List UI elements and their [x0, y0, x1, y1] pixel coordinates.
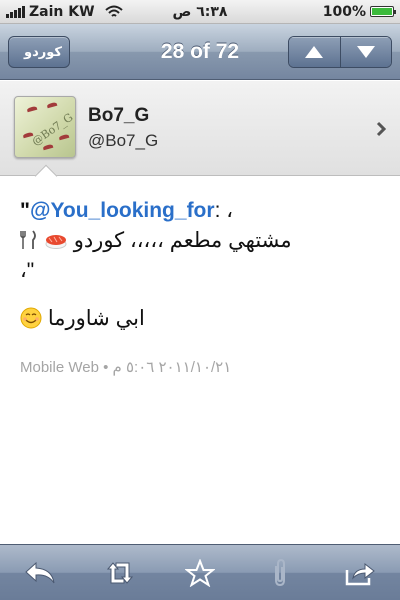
page-title: 28 of 72 — [160, 40, 240, 63]
retweet-icon — [106, 561, 134, 584]
status-right: 100% — [322, 3, 396, 20]
after-mention: : ، — [214, 199, 234, 222]
tweet-line-4: ابي شاورما — [20, 304, 382, 334]
battery-fill — [372, 8, 392, 15]
retweet-button[interactable] — [97, 553, 143, 593]
tweet-body: "@You_looking_for: ، مشتهي مطعم ،،،،، كو… — [20, 196, 382, 334]
bottom-toolbar — [0, 544, 400, 600]
previous-button[interactable] — [289, 37, 340, 67]
nav-bar: كوردو 28 of 72 — [0, 24, 400, 80]
back-button-label: كوردو — [24, 44, 62, 60]
wifi-icon — [104, 5, 123, 17]
reply-button[interactable] — [17, 553, 63, 593]
attachment-icon — [275, 558, 285, 586]
prev-next-control — [288, 36, 392, 68]
favorite-button[interactable] — [177, 553, 223, 593]
tweet-meta: Mobile Web • ٢٠١١/١٠/٢١ ٥:٠٦ م — [20, 359, 232, 376]
avatar[interactable]: @Bo7_G — [14, 96, 76, 158]
status-bar: Zain KW ٦:٣٨ ص 100% — [0, 0, 400, 24]
share-button[interactable] — [337, 553, 383, 593]
carrier-label: Zain KW — [29, 3, 95, 20]
share-icon — [345, 562, 375, 585]
tweet-line-1: "@You_looking_for: ، — [20, 196, 382, 226]
open-quote: " — [20, 199, 30, 222]
attachment-button[interactable] — [257, 553, 303, 593]
battery-icon — [370, 6, 396, 17]
status-left: Zain KW — [6, 4, 123, 20]
fork-knife-icon — [20, 230, 36, 249]
chevron-right-icon — [376, 121, 386, 137]
back-button[interactable]: كوردو — [8, 36, 70, 68]
profile-row[interactable]: @Bo7_G Bo7_G @Bo7_G — [0, 81, 400, 176]
profile-name: Bo7_G — [88, 105, 150, 126]
mention-link[interactable]: @You_looking_for — [30, 199, 215, 222]
tweet-line-2-text: مشتهي مطعم ،،،،، كوردو — [73, 229, 292, 252]
signal-icon — [6, 5, 25, 18]
down-arrow-icon — [356, 46, 375, 58]
star-icon — [185, 558, 215, 587]
profile-handle: @Bo7_G — [88, 131, 159, 150]
reply-icon — [25, 561, 55, 583]
avatar-text: @Bo7_G — [29, 110, 76, 149]
next-button[interactable] — [339, 37, 391, 67]
tweet-line-3: ،" — [20, 259, 35, 282]
tweet-line-4-text: ابي شاورما — [47, 307, 145, 330]
smiling-face-icon — [20, 307, 42, 329]
up-arrow-icon — [305, 46, 324, 58]
tweet-line-2: مشتهي مطعم ،،،،، كوردو — [20, 226, 382, 256]
sushi-icon — [45, 235, 67, 249]
battery-percent: 100% — [322, 3, 366, 20]
